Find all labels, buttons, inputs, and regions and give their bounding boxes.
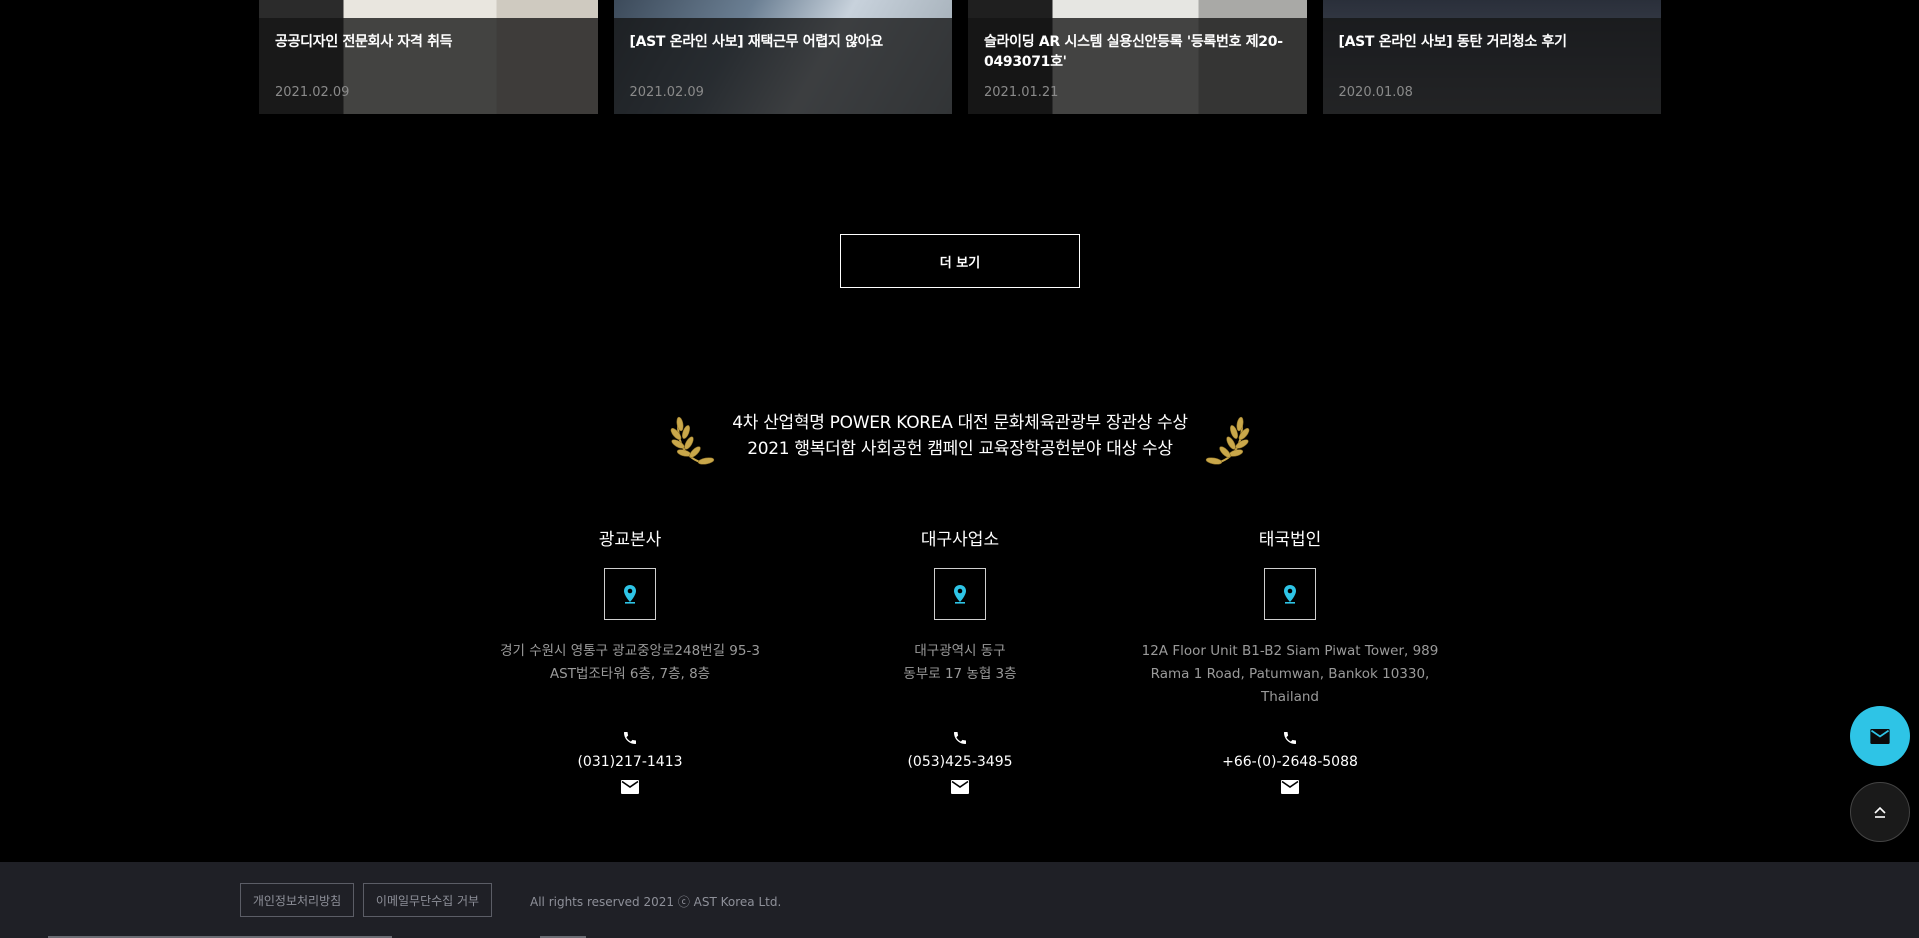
scroll-top-button[interactable] [1850,782,1910,842]
news-card-date: 2021.01.21 [984,85,1059,100]
office-phone[interactable]: (031)217-1413 [480,752,780,772]
office-address: 대구광역시 동구 동부로 17 농협 3층 [903,643,1017,682]
news-card-title: [AST 온라인 사보] 동탄 거리청소 후기 [1338,34,1567,50]
news-card[interactable]: [AST 온라인 사보] 재택근무 어렵지 않아요 2021.02.09 [613,0,952,114]
floating-mail-button[interactable] [1850,706,1910,766]
office-address: 경기 수원시 영통구 광교중앙로248번길 95-3 AST법조타워 6층, 7… [500,643,760,682]
news-card-date: 2020.01.08 [1338,85,1413,100]
map-pin-icon [954,585,966,604]
map-pin-button[interactable] [934,568,986,620]
office-list: 광교본사 경기 수원시 영통구 광교중앙로248번길 95-3 AST법조타워 … [0,528,1919,808]
office-address: 12A Floor Unit B1-B2 Siam Piwat Tower, 9… [1141,643,1439,705]
news-card[interactable]: [AST 온라인 사보] 동탄 거리청소 후기 2020.01.08 [1322,0,1661,114]
phone-icon [950,728,970,748]
email-refuse-button[interactable]: 이메일무단수집 거부 [363,883,492,917]
map-pin-button[interactable] [604,568,656,620]
mail-icon[interactable] [1280,778,1300,796]
laurel-right-icon [1205,416,1250,465]
award-line-1: 4차 산업혁명 POWER KOREA 대전 문화체육관광부 장관상 수상 [732,413,1188,433]
privacy-policy-button[interactable]: 개인정보처리방침 [240,883,354,917]
laurel-left-icon [670,416,715,465]
office-name: 대구사업소 [920,530,1000,550]
mail-icon[interactable] [950,778,970,796]
news-card-list: 공공디자인 전문회사 자격 취득 2021.02.09 [AST 온라인 사보]… [259,0,1661,114]
office-phone[interactable]: (053)425-3495 [810,752,1110,772]
phone-icon [1280,728,1300,748]
news-card-date: 2021.02.09 [275,85,350,100]
map-pin-icon [624,585,636,604]
office-name: 태국법인 [1258,530,1322,550]
office-name: 광교본사 [598,530,662,550]
award-line-2: 2021 행복더함 사회공헌 캠페인 교육장학공헌분야 대상 수상 [747,439,1173,459]
map-pin-icon [1284,585,1296,604]
mail-icon[interactable] [620,778,640,796]
office-daegu: 대구사업소 대구광역시 동구 동부로 17 농협 3층 (053)425-349… [810,528,1110,796]
office-thailand: 태국법인 12A Floor Unit B1-B2 Siam Piwat Tow… [1140,528,1440,796]
news-card-title: 공공디자인 전문회사 자격 취득 [275,34,453,50]
office-gwanggyo: 광교본사 경기 수원시 영통구 광교중앙로248번길 95-3 AST법조타워 … [480,528,780,796]
footer: 개인정보처리방침 이메일무단수집 거부 All rights reserved … [0,862,1919,938]
mail-icon [1870,728,1890,744]
chevron-up-icon [1874,806,1886,818]
news-card[interactable]: 공공디자인 전문회사 자격 취득 2021.02.09 [259,0,598,114]
news-card-date: 2021.02.09 [629,85,704,100]
more-button[interactable]: 더 보기 [840,234,1080,288]
news-card[interactable]: 슬라이딩 AR 시스템 실용신안등록 '등록번호 제20-0493071호' 2… [968,0,1307,114]
phone-icon [620,728,640,748]
news-card-title: 슬라이딩 AR 시스템 실용신안등록 '등록번호 제20-0493071호' [984,34,1283,70]
office-phone[interactable]: +66-(0)-2648-5088 [1140,752,1440,772]
news-card-title: [AST 온라인 사보] 재택근무 어렵지 않아요 [629,34,884,50]
map-pin-button[interactable] [1264,568,1316,620]
awards-section: 4차 산업혁명 POWER KOREA 대전 문화체육관광부 장관상 수상 20… [670,408,1250,472]
copyright-text: All rights reserved 2021 ⓒ AST Korea Ltd… [530,895,782,909]
